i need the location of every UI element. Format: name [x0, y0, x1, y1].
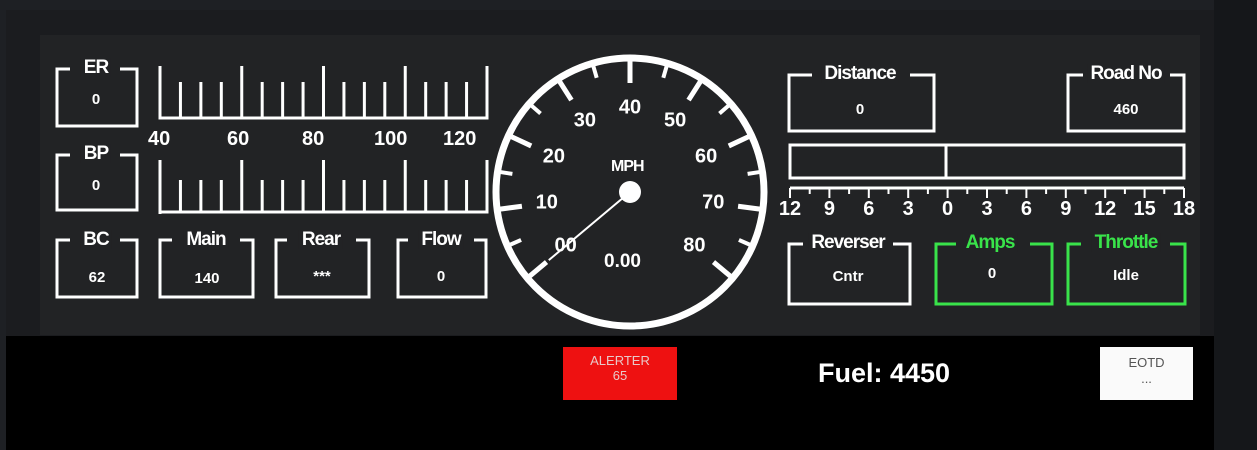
eotd-label: EOTD	[1128, 355, 1165, 370]
alerter-label: ALERTER	[590, 353, 650, 368]
amp-tick-label: 9	[1060, 198, 1072, 220]
road-no-label: Road No	[1087, 64, 1165, 83]
reverser-value: Cntr	[832, 268, 864, 285]
speedometer-tick-label: 10	[535, 191, 558, 214]
pressure-tick-label: 120	[443, 128, 477, 150]
road-no-value: 460	[1113, 101, 1139, 118]
speedometer-tick-label: 80	[683, 234, 706, 257]
speedometer-tick-label: 40	[618, 96, 642, 119]
amp-tick-label: 3	[902, 198, 914, 220]
flow-value: 0	[436, 268, 446, 285]
speedometer-tick	[499, 203, 523, 212]
alerter-value: 65	[612, 368, 628, 383]
amp-tick-label: 0	[942, 198, 954, 220]
distance-value: 0	[855, 101, 865, 118]
pressure-tick-label: 60	[227, 128, 250, 150]
er-label: ER	[80, 58, 112, 77]
amps-label: Amps	[962, 233, 1018, 252]
speedometer-tick-label: 30	[573, 109, 596, 132]
eotd-button[interactable]: EOTD ...	[1100, 347, 1193, 400]
bp-label: BP	[80, 144, 112, 163]
throttle-value: Idle	[1113, 267, 1139, 284]
eotd-value: ...	[1141, 371, 1152, 386]
bp-value: 0	[91, 177, 101, 194]
digital-speed: 0.00	[604, 251, 641, 272]
main-label: Main	[183, 230, 229, 249]
amps-value: 0	[987, 265, 997, 282]
bc-value: 62	[88, 269, 106, 286]
distance-label: Distance	[821, 64, 899, 83]
fuel-readout: Fuel: 4450	[818, 358, 951, 388]
speedometer-tick-label: 70	[702, 191, 725, 214]
amp-tick-label: 6	[863, 198, 875, 220]
main-value: 140	[194, 270, 220, 287]
speed-unit: MPH	[611, 158, 645, 175]
pressure-tick-label: 100	[374, 128, 408, 150]
amp-tick-label: 3	[981, 198, 993, 220]
speedometer-tick-label: 20	[542, 145, 565, 167]
rear-value: ***	[313, 268, 331, 285]
speedometer-tick-label: 60	[695, 145, 718, 167]
speedometer-hub	[619, 181, 641, 203]
speedometer-tick-label: 00	[554, 234, 577, 257]
amp-tick-label: 12	[1094, 198, 1117, 220]
flow-label: Flow	[418, 230, 464, 249]
pressure-tick-label: 40	[148, 128, 171, 150]
amp-tick-label: 12	[778, 198, 802, 220]
amp-tick-label: 18	[1172, 198, 1196, 220]
amp-bar	[788, 143, 1186, 180]
speedometer-tick	[747, 170, 760, 176]
pressure-tick-label: 80	[302, 128, 325, 150]
amp-tick-label: 6	[1020, 198, 1032, 220]
throttle-label: Throttle	[1091, 233, 1161, 252]
speedometer-tick-label: 50	[664, 109, 687, 132]
amp-tick-label: 9	[823, 198, 835, 220]
bc-label: BC	[80, 230, 112, 249]
amp-tick-marks	[789, 188, 1185, 198]
alerter-button[interactable]: ALERTER 65	[563, 347, 677, 400]
er-value: 0	[91, 91, 101, 108]
speedometer-tick	[737, 203, 761, 212]
reverser-label: Reverser	[808, 233, 888, 252]
amp-tick-label: 15	[1133, 198, 1156, 220]
rear-label: Rear	[298, 230, 344, 249]
speedometer-tick	[500, 170, 513, 176]
